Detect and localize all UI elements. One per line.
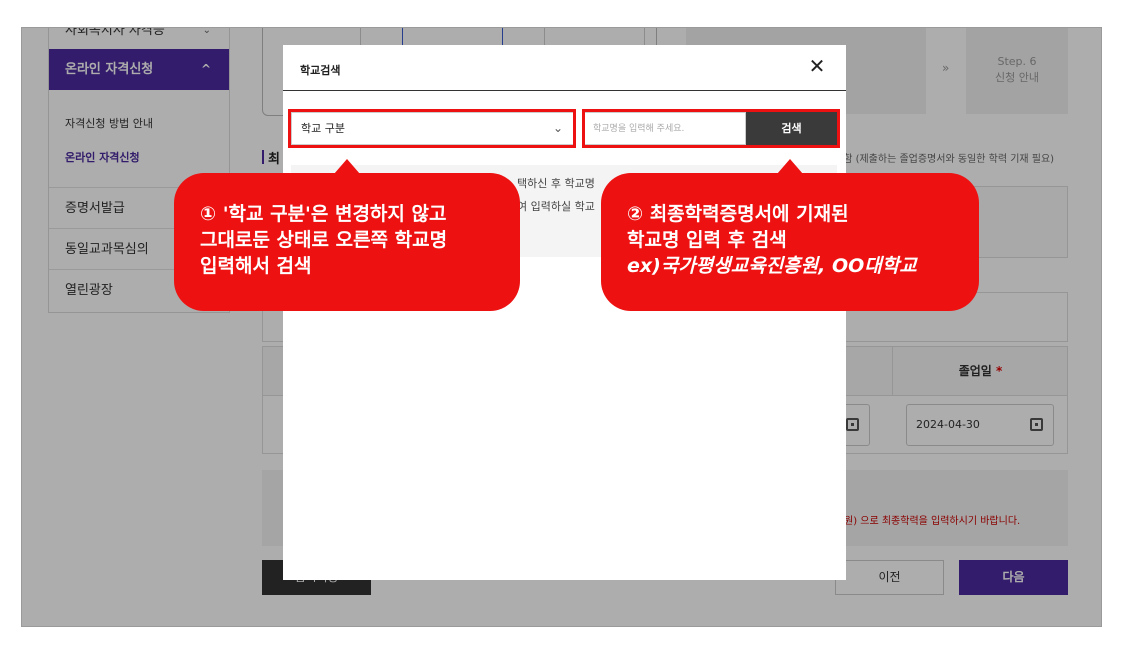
callout-instruction-2: ② 최종학력증명서에 기재된 학교명 입력 후 검색 ex)국가평생교육진흥원,… — [601, 159, 979, 311]
callout-line: ex)국가평생교육진흥원, OO대학교 — [627, 255, 917, 277]
callout-line: ② 최종학력증명서에 기재된 — [627, 203, 849, 225]
callout-instruction-1: ① '학교 구분'은 변경하지 않고 그대로둔 상태로 오른쪽 학교명 입력해서… — [174, 159, 520, 311]
modal-divider — [283, 90, 846, 91]
modal-info-line: 택하신 후 학교명 — [517, 177, 595, 190]
screenshot-stage: 사회복지사 자격증 ⌄ 온라인 자격신청 ^ 자격신청 방법 안내 온라인 자격… — [0, 0, 1123, 648]
callout-pointer — [334, 159, 360, 174]
highlight-box-school-type — [288, 109, 576, 148]
callout-line: ① '학교 구분'은 변경하지 않고 — [200, 203, 447, 225]
modal-title: 학교검색 — [300, 64, 341, 77]
modal-info-line: 여 입력하실 학교 — [517, 200, 595, 213]
school-search-modal: 학교검색 ✕ 학교 구분 ⌄ 검색 택하신 후 학교명 여 입력하실 학교 — [283, 45, 846, 580]
browser-content: 사회복지사 자격증 ⌄ 온라인 자격신청 ^ 자격신청 방법 안내 온라인 자격… — [21, 27, 1102, 627]
callout-line: 그대로둔 상태로 오른쪽 학교명 — [200, 229, 448, 251]
highlight-box-school-name — [582, 109, 840, 148]
callout-line: 입력해서 검색 — [200, 255, 312, 277]
callout-line: 학교명 입력 후 검색 — [627, 229, 787, 251]
close-icon[interactable]: ✕ — [806, 55, 828, 77]
callout-pointer — [777, 159, 803, 174]
